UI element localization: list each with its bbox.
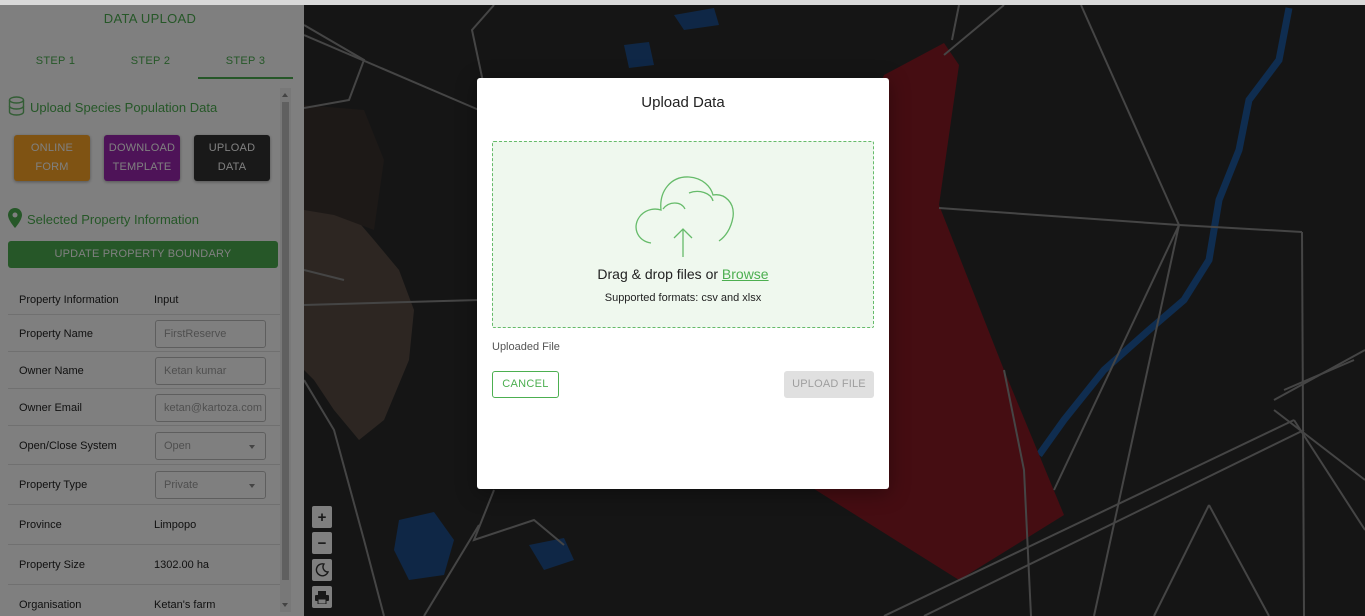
drop-instructions-text: Drag & drop files or	[597, 266, 719, 282]
upload-file-button[interactable]: UPLOAD FILE	[784, 371, 874, 398]
supported-formats-text: Supported formats: csv and xlsx	[604, 292, 762, 304]
cancel-button[interactable]: CANCEL	[492, 371, 559, 398]
file-dropzone[interactable]: Drag & drop files or Browse Supported fo…	[492, 141, 874, 328]
browse-link[interactable]: Browse	[722, 266, 769, 282]
drop-instructions: Drag & drop files or Browse	[493, 266, 873, 282]
upload-data-dialog: Upload Data Drag & drop files or Browse …	[477, 78, 889, 489]
uploaded-file-label: Uploaded File	[492, 341, 560, 353]
top-bar	[0, 0, 1365, 5]
cloud-upload-icon	[635, 176, 734, 257]
dialog-title: Upload Data	[641, 94, 725, 111]
